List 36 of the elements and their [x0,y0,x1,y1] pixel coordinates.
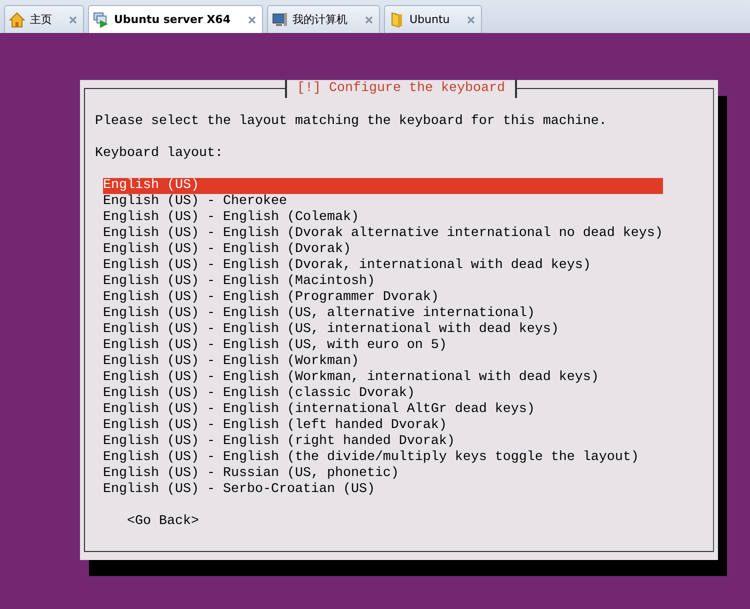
tab[interactable]: Ubuntu [384,5,482,33]
layout-option[interactable]: English (US) [103,178,663,194]
close-icon[interactable] [69,16,77,24]
layout-option[interactable]: English (US) - English (Dvorak, international with dead keys) [103,258,663,274]
layout-option[interactable]: English (US) - English (Workman, international with dead keys) [103,370,663,386]
layout-option[interactable]: English (US) - English (right handed Dvorak) [103,434,663,450]
vm-icon [93,12,109,28]
layout-option[interactable]: English (US) - English (Dvorak) [103,242,663,258]
layout-option[interactable]: English (US) - English (the divide/multiply keys toggle the layout) [103,450,663,466]
close-icon[interactable] [364,16,372,24]
go-back-button[interactable]: <Go Back> [127,514,199,530]
layout-option[interactable]: English (US) - English (Programmer Dvorak) [103,290,663,306]
layout-option[interactable]: English (US) - Russian (US, phonetic) [103,466,663,482]
house-icon [9,12,25,28]
layout-option[interactable]: English (US) - English (US, international with dead keys) [103,322,663,338]
list-label: Keyboard layout: [95,146,224,162]
computer-icon [272,12,288,28]
layout-option[interactable]: English (US) - English (Workman) [103,354,663,370]
folder-icon [388,12,404,28]
layout-option[interactable]: English (US) - English (Colemak) [103,210,663,226]
tab[interactable]: 我的计算机 [266,5,380,33]
layout-option[interactable]: English (US) - English (US, with euro on 5) [103,338,663,354]
layout-option[interactable]: English (US) - English (US, alternative international) [103,306,663,322]
close-icon[interactable] [466,16,475,24]
layout-option[interactable]: English (US) - English (international AltGr dead keys) [103,402,663,418]
layout-option[interactable]: English (US) - English (classic Dvorak) [103,386,663,402]
layout-option[interactable]: English (US) - Cherokee [103,194,663,210]
dialog-title: [!] Configure the keyboard [285,80,517,98]
layout-option[interactable]: English (US) - English (Dvorak alternative international no dead keys) [103,226,663,242]
tab[interactable]: Ubuntu server X64 [88,5,262,33]
prompt-text: Please select the layout matching the keyboard for this machine. [95,114,608,130]
tab[interactable]: 主页 [4,5,84,33]
layout-option[interactable]: English (US) - English (left handed Dvorak) [103,418,663,434]
close-icon[interactable] [248,16,256,24]
layout-option[interactable]: English (US) - Serbo-Croatian (US) [103,482,663,498]
layout-option[interactable]: English (US) - English (Macintosh) [103,274,663,290]
